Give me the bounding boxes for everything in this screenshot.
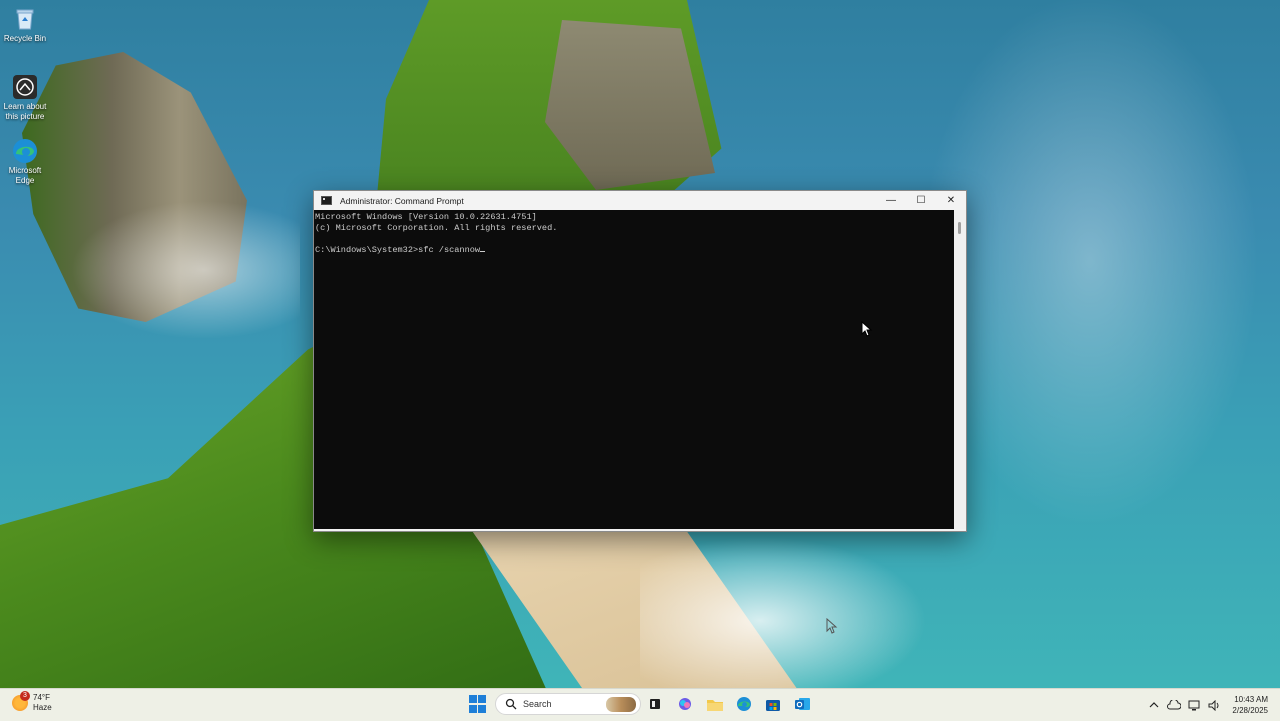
- desktop-icon-learn-about-picture[interactable]: Learn about this picture: [2, 74, 48, 122]
- console-command[interactable]: sfc /scannow: [418, 245, 480, 255]
- file-explorer-icon[interactable]: [706, 695, 724, 713]
- desktop-icon-label: Recycle Bin: [3, 34, 47, 43]
- minimize-button[interactable]: —: [876, 191, 906, 210]
- start-button[interactable]: [469, 695, 487, 713]
- recycle-bin-icon: [12, 6, 38, 32]
- mouse-cursor-icon: [861, 321, 873, 337]
- vertical-scrollbar[interactable]: [954, 210, 966, 529]
- search-label: Search: [523, 699, 552, 709]
- task-view-icon[interactable]: [646, 695, 664, 713]
- search-highlight-icon: [606, 697, 636, 712]
- copilot-icon[interactable]: [676, 695, 694, 713]
- search-icon: [505, 698, 517, 710]
- ghost-cursor-icon: [826, 618, 838, 634]
- command-prompt-window[interactable]: Administrator: Command Prompt — ☐ ✕ Micr…: [313, 190, 967, 532]
- edge-icon: [12, 138, 38, 164]
- console-input-line[interactable]: C:\Windows\System32>sfc /scannow: [315, 245, 954, 256]
- weather-temperature: 74°F: [33, 693, 50, 702]
- console-line: Microsoft Windows [Version 10.0.22631.47…: [315, 212, 537, 222]
- console-output[interactable]: Microsoft Windows [Version 10.0.22631.47…: [314, 210, 954, 529]
- windows-logo-icon: [469, 695, 477, 703]
- taskbar-search[interactable]: Search: [495, 693, 641, 715]
- weather-widget[interactable]: 3 74°F Haze: [12, 691, 52, 713]
- window-title: Administrator: Command Prompt: [340, 195, 464, 206]
- sync-cloud-icon[interactable]: [1167, 698, 1182, 712]
- edge-taskbar-icon[interactable]: [735, 695, 753, 713]
- desktop-icon-label: Learn about this picture: [3, 102, 47, 121]
- console-line: (c) Microsoft Corporation. All rights re…: [315, 223, 558, 233]
- wallpaper-surf: [640, 530, 940, 695]
- close-button[interactable]: ✕: [936, 191, 966, 210]
- microsoft-store-icon[interactable]: [764, 695, 782, 713]
- title-bar[interactable]: Administrator: Command Prompt — ☐ ✕: [314, 191, 966, 210]
- system-tray: 10:43 AM 2/28/2025: [1144, 689, 1280, 721]
- taskbar-clock[interactable]: 10:43 AM 2/28/2025: [1232, 694, 1268, 716]
- desktop-icon-label: Microsoft Edge: [8, 166, 42, 185]
- wallpaper-foam: [60, 195, 300, 345]
- weather-haze-icon: 3: [12, 691, 30, 711]
- clock-date: 2/28/2025: [1232, 706, 1268, 715]
- outlook-icon[interactable]: [793, 695, 811, 713]
- clock-time: 10:43 AM: [1234, 695, 1268, 704]
- scrollbar-thumb[interactable]: [958, 222, 961, 234]
- notification-badge: 3: [20, 691, 30, 701]
- learn-about-picture-icon: [12, 74, 38, 100]
- weather-condition: Haze: [33, 703, 52, 712]
- network-icon[interactable]: [1187, 698, 1201, 712]
- console-prompt: C:\Windows\System32>: [315, 245, 419, 255]
- desktop-icon-microsoft-edge[interactable]: Microsoft Edge: [2, 138, 48, 186]
- text-caret: [480, 251, 486, 252]
- window-controls: — ☐ ✕: [876, 191, 966, 210]
- chevron-up-icon[interactable]: [1147, 698, 1161, 712]
- command-prompt-icon: [321, 196, 332, 205]
- desktop-icon-recycle-bin[interactable]: Recycle Bin: [2, 6, 48, 44]
- maximize-button[interactable]: ☐: [906, 191, 936, 210]
- volume-icon[interactable]: [1207, 698, 1221, 712]
